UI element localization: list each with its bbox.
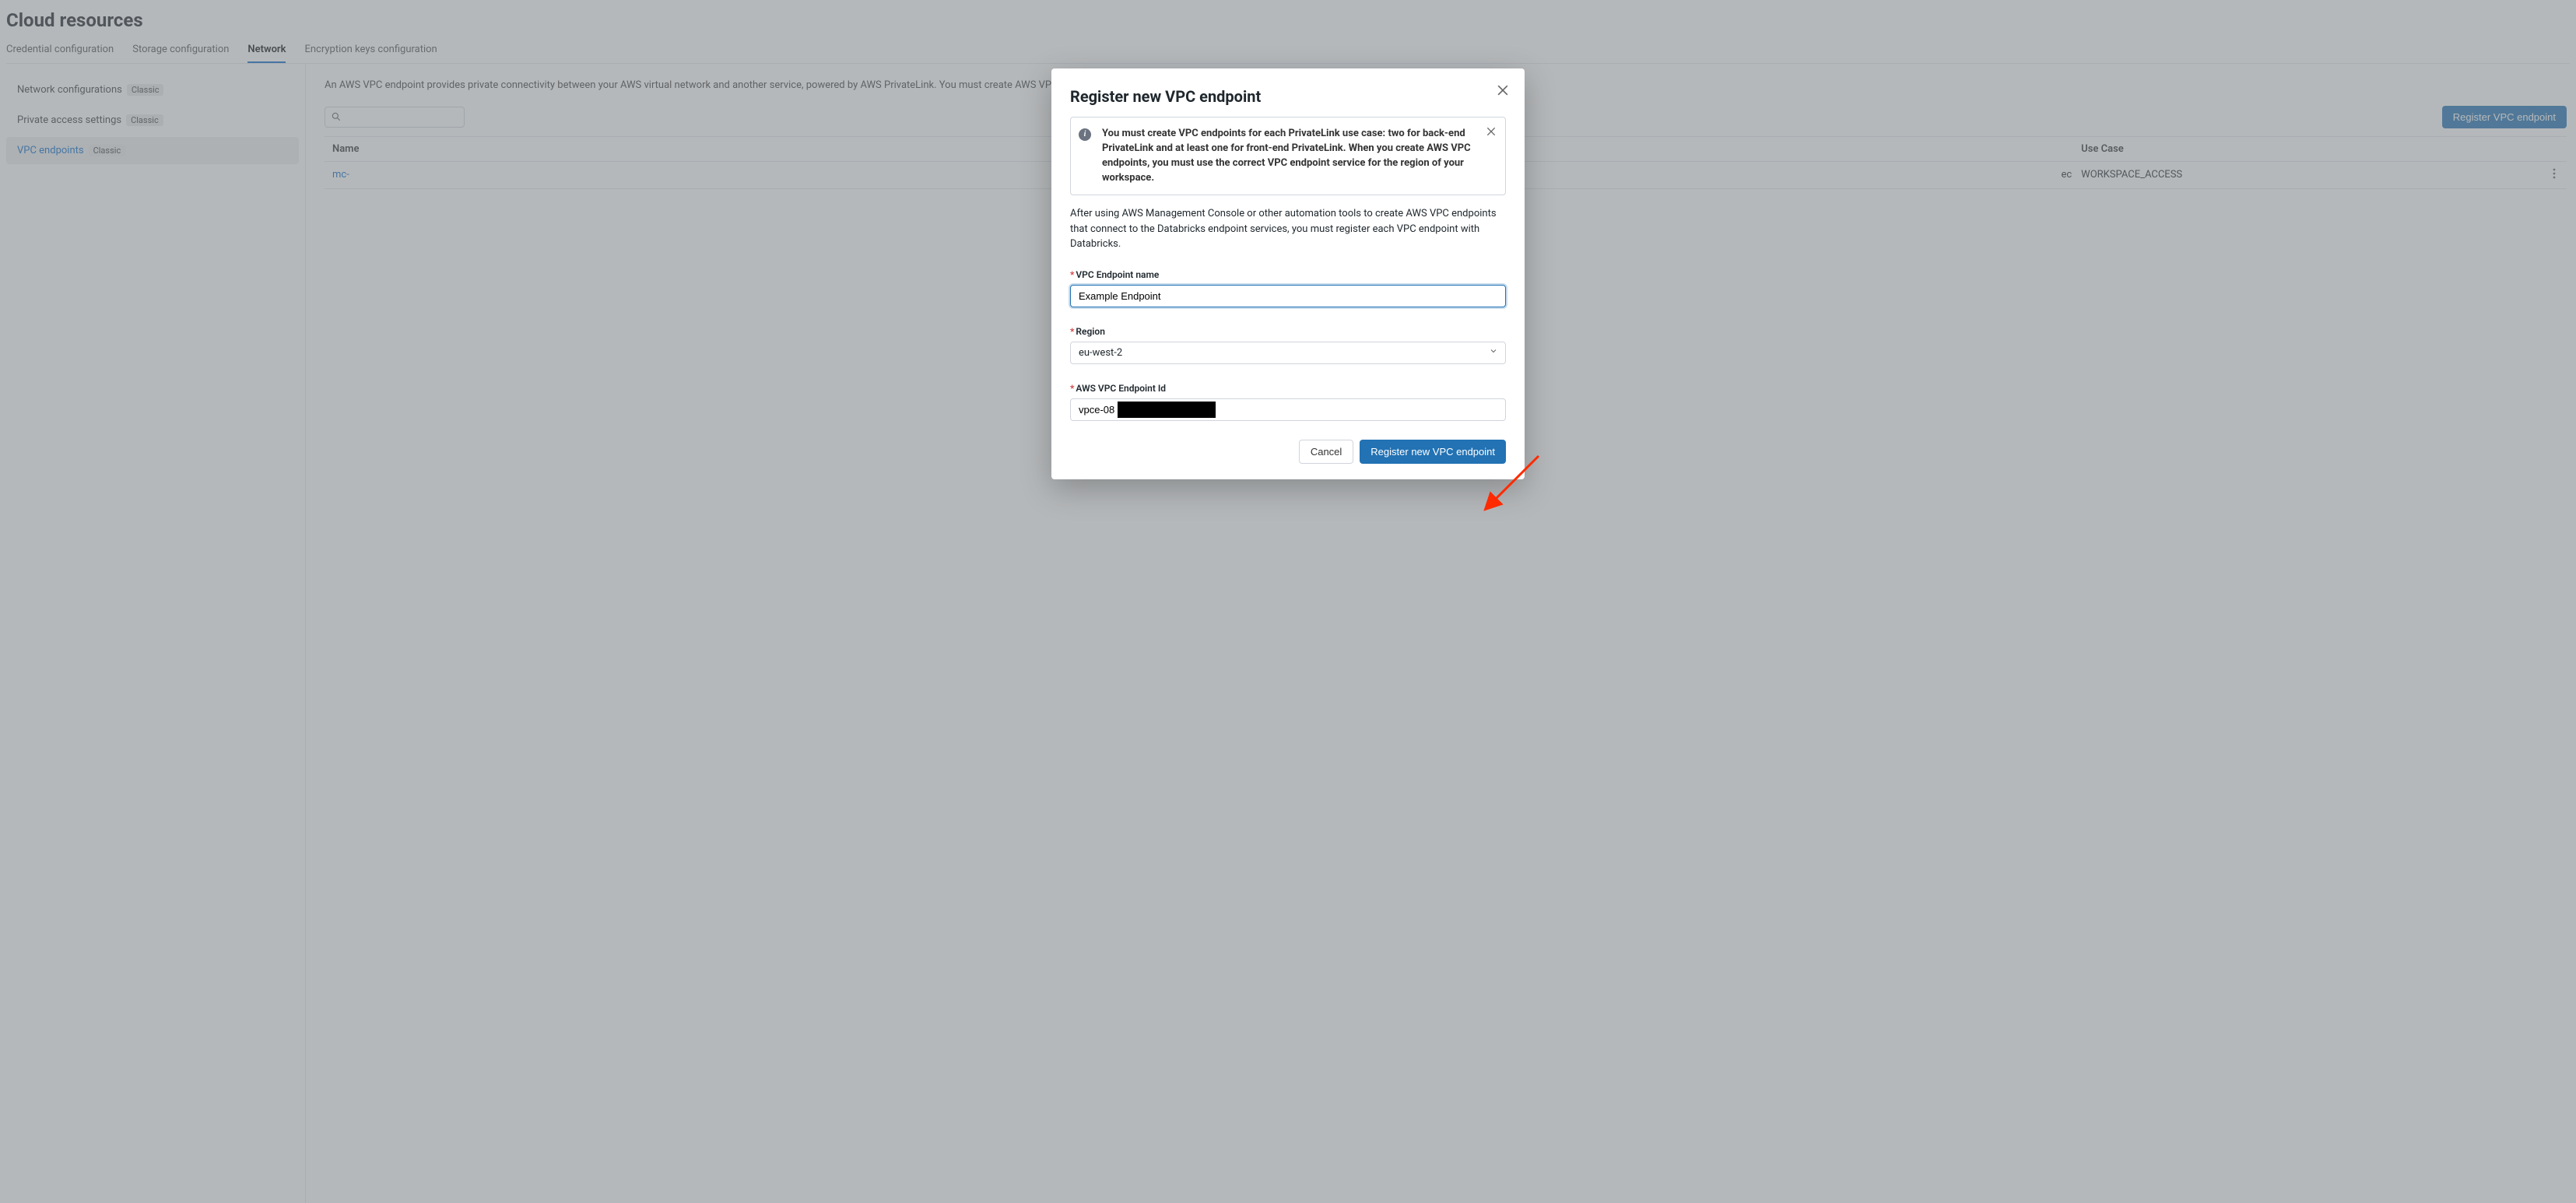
field-label: *Region — [1070, 326, 1506, 337]
field-label: *VPC Endpoint name — [1070, 269, 1506, 280]
modal-close-button[interactable] — [1495, 82, 1511, 98]
field-region: *Region eu-west-2 — [1070, 326, 1506, 364]
register-new-vpc-endpoint-button[interactable]: Register new VPC endpoint — [1360, 440, 1506, 464]
info-banner: i You must create VPC endpoints for each… — [1070, 117, 1506, 195]
vpc-endpoint-name-input[interactable] — [1070, 285, 1506, 307]
region-select-value: eu-west-2 — [1070, 342, 1506, 364]
modal-description: After using AWS Management Console or ot… — [1070, 206, 1506, 252]
close-icon — [1495, 89, 1511, 101]
banner-text: You must create VPC endpoints for each P… — [1102, 128, 1471, 184]
modal-actions: Cancel Register new VPC endpoint — [1070, 440, 1506, 464]
cancel-button[interactable]: Cancel — [1299, 440, 1353, 464]
info-icon: i — [1079, 128, 1091, 141]
modal-overlay[interactable]: Register new VPC endpoint i You must cre… — [0, 0, 2576, 1203]
redaction-bar — [1118, 402, 1216, 418]
region-select[interactable]: eu-west-2 — [1070, 342, 1506, 364]
required-marker: * — [1070, 326, 1074, 337]
banner-close-button[interactable] — [1485, 125, 1497, 138]
field-aws-vpc-endpoint-id: *AWS VPC Endpoint Id — [1070, 383, 1506, 421]
required-marker: * — [1070, 269, 1074, 280]
modal-title: Register new VPC endpoint — [1070, 87, 1506, 106]
field-label: *AWS VPC Endpoint Id — [1070, 383, 1506, 394]
register-vpc-endpoint-modal: Register new VPC endpoint i You must cre… — [1051, 68, 1525, 479]
required-marker: * — [1070, 383, 1074, 394]
annotation-arrow — [1484, 456, 1562, 534]
close-icon — [1485, 129, 1497, 141]
field-vpc-endpoint-name: *VPC Endpoint name — [1070, 269, 1506, 307]
redacted-id-wrap — [1070, 398, 1506, 421]
